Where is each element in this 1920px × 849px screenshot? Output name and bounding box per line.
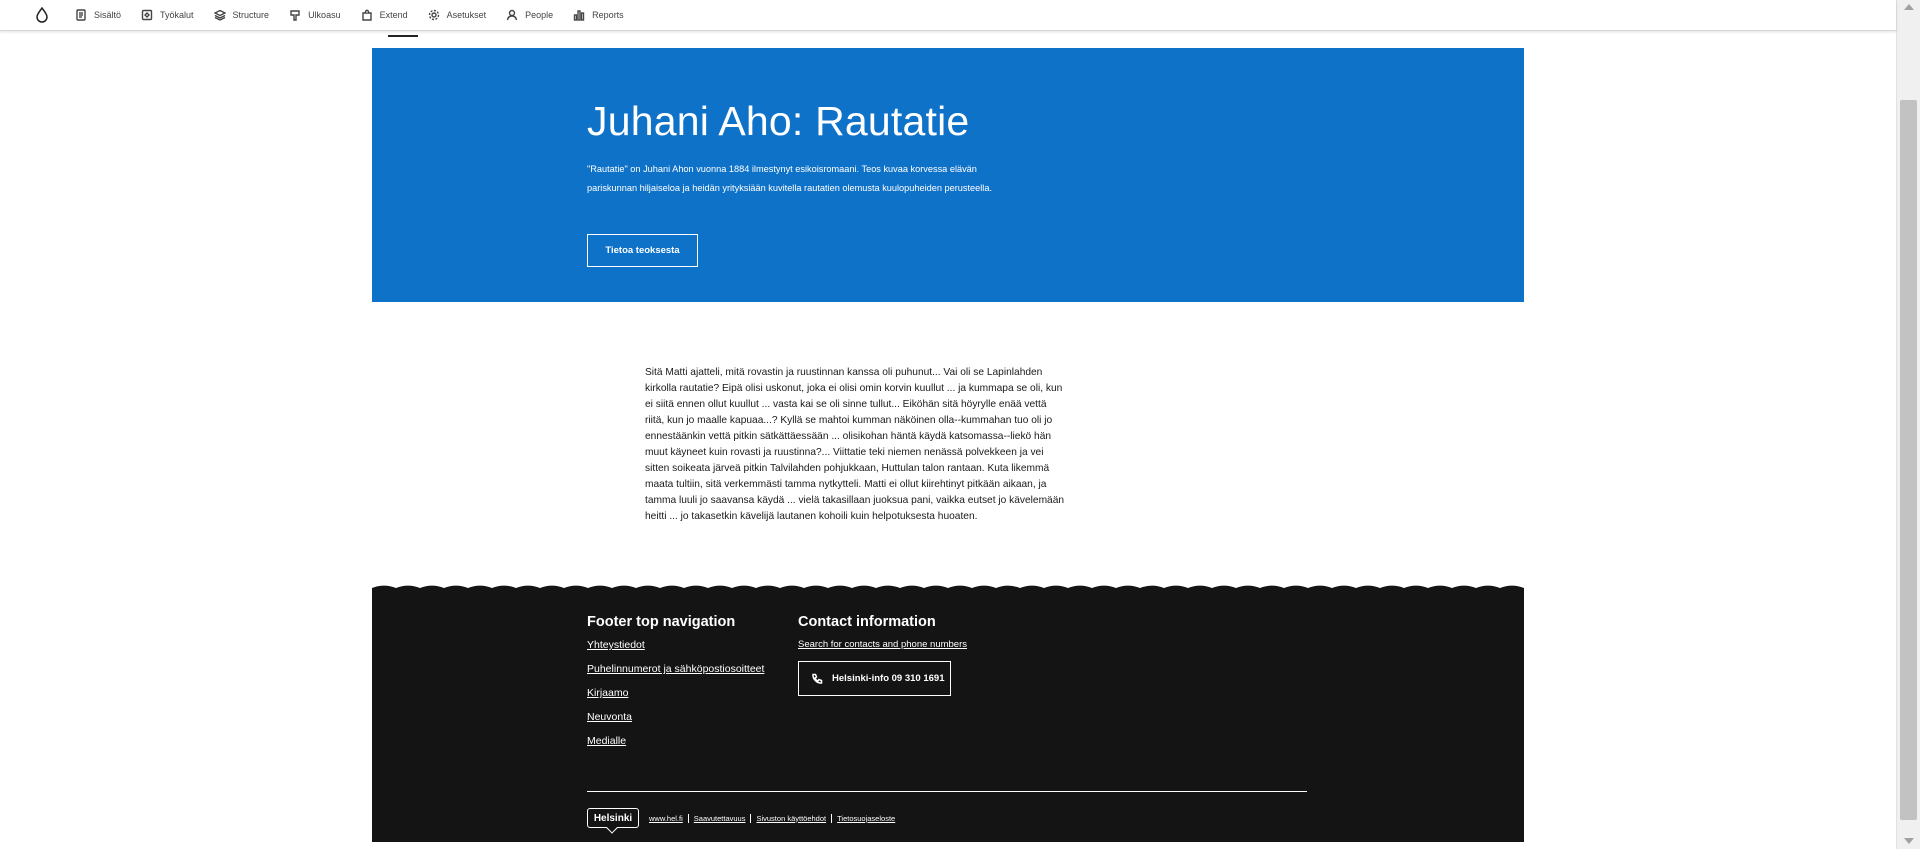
helsinki-logo[interactable]: Helsinki [587, 808, 639, 828]
article-body: Sitä Matti ajatteli, mitä rovastin ja ru… [645, 367, 1065, 522]
tools-icon [141, 9, 153, 21]
footer-navigation: Footer top navigation Yhteystiedot Puhel… [587, 614, 764, 759]
toolbar-item-ulkoasu[interactable]: Ulkoasu [279, 0, 351, 31]
toolbar-item-label: People [525, 10, 554, 20]
document-icon [76, 9, 86, 21]
footer-contact: Contact information Search for contacts … [798, 614, 967, 696]
footer-link-neuvonta[interactable]: Neuvonta [587, 711, 764, 723]
phone-icon [812, 673, 823, 684]
bottom-link-saavutettavuus[interactable]: Saavutettavuus [694, 814, 746, 823]
toolbar-item-label: Structure [232, 10, 270, 20]
helsinki-info-phone-button[interactable]: Helsinki-info 09 310 1691 [798, 661, 951, 696]
footer-link-yhteystiedot[interactable]: Yhteystiedot [587, 639, 764, 651]
toolbar-item-reports[interactable]: Reports [563, 0, 634, 31]
admin-toolbar: Sisältö Työkalut Structure Ulkoasu Exten… [0, 0, 1896, 31]
link-separator [750, 813, 752, 823]
toolbar-item-people[interactable]: People [496, 0, 563, 31]
footer-bottom-bar: Helsinki www.hel.fi Saavutettavuus Sivus… [587, 808, 895, 828]
link-separator [687, 813, 689, 823]
toolbar-item-label: Reports [592, 10, 624, 20]
toolbar-item-tyokalut[interactable]: Työkalut [131, 0, 204, 31]
chart-icon [573, 10, 585, 21]
footer-link-puhelinnumerot[interactable]: Puhelinnumerot ja sähköpostiosoitteet [587, 663, 764, 675]
hero-description: "Rautatie" on Juhani Ahon vuonna 1884 il… [587, 164, 993, 193]
site-footer: Footer top navigation Yhteystiedot Puhel… [372, 590, 1524, 842]
about-work-button[interactable]: Tietoa teoksesta [587, 234, 698, 267]
page-title: Juhani Aho: Rautatie [587, 98, 970, 144]
toolbar-item-label: Asetukset [446, 10, 487, 20]
scroll-up-arrow-icon[interactable] [1904, 4, 1914, 10]
hero-banner: Juhani Aho: Rautatie "Rautatie" on Juhan… [372, 48, 1524, 302]
puzzle-icon [361, 9, 372, 21]
toolbar-item-label: Sisältö [94, 10, 122, 20]
toolbar-item-label: Extend [379, 10, 408, 20]
link-separator [831, 813, 833, 823]
page-scrollbar[interactable] [1896, 0, 1920, 849]
hero-wave-edge [372, 295, 1524, 302]
bottom-link-kayttoehdot[interactable]: Sivuston käyttöehdot [756, 814, 826, 823]
person-icon [506, 9, 518, 21]
toolbar-item-structure[interactable]: Structure [204, 0, 280, 31]
bottom-link-helfi[interactable]: www.hel.fi [649, 814, 683, 823]
toolbar-item-extend[interactable]: Extend [351, 0, 418, 31]
footer-nav-heading: Footer top navigation [587, 614, 736, 630]
toolbar-item-label: Ulkoasu [308, 10, 341, 20]
footer-link-kirjaamo[interactable]: Kirjaamo [587, 687, 764, 699]
contact-heading: Contact information [798, 614, 936, 630]
toolbar-item-asetukset[interactable]: Asetukset [418, 0, 497, 31]
footer-link-medialle[interactable]: Medialle [587, 735, 764, 747]
bottom-link-tietosuojaseloste[interactable]: Tietosuojaseloste [837, 814, 895, 823]
paint-icon [290, 10, 300, 21]
phone-button-label: Helsinki-info 09 310 1691 [832, 673, 945, 684]
active-tab-indicator [388, 35, 418, 37]
scrollbar-thumb[interactable] [1900, 100, 1917, 820]
layers-icon [213, 9, 226, 21]
drupal-drop-icon[interactable] [35, 7, 49, 23]
gear-icon [428, 9, 439, 21]
scroll-down-arrow-icon[interactable] [1904, 838, 1914, 844]
toolbar-item-sisalto[interactable]: Sisältö [65, 0, 131, 31]
toolbar-item-label: Työkalut [160, 10, 194, 20]
footer-divider [587, 791, 1307, 792]
contact-search-link[interactable]: Search for contacts and phone numbers [798, 639, 967, 650]
